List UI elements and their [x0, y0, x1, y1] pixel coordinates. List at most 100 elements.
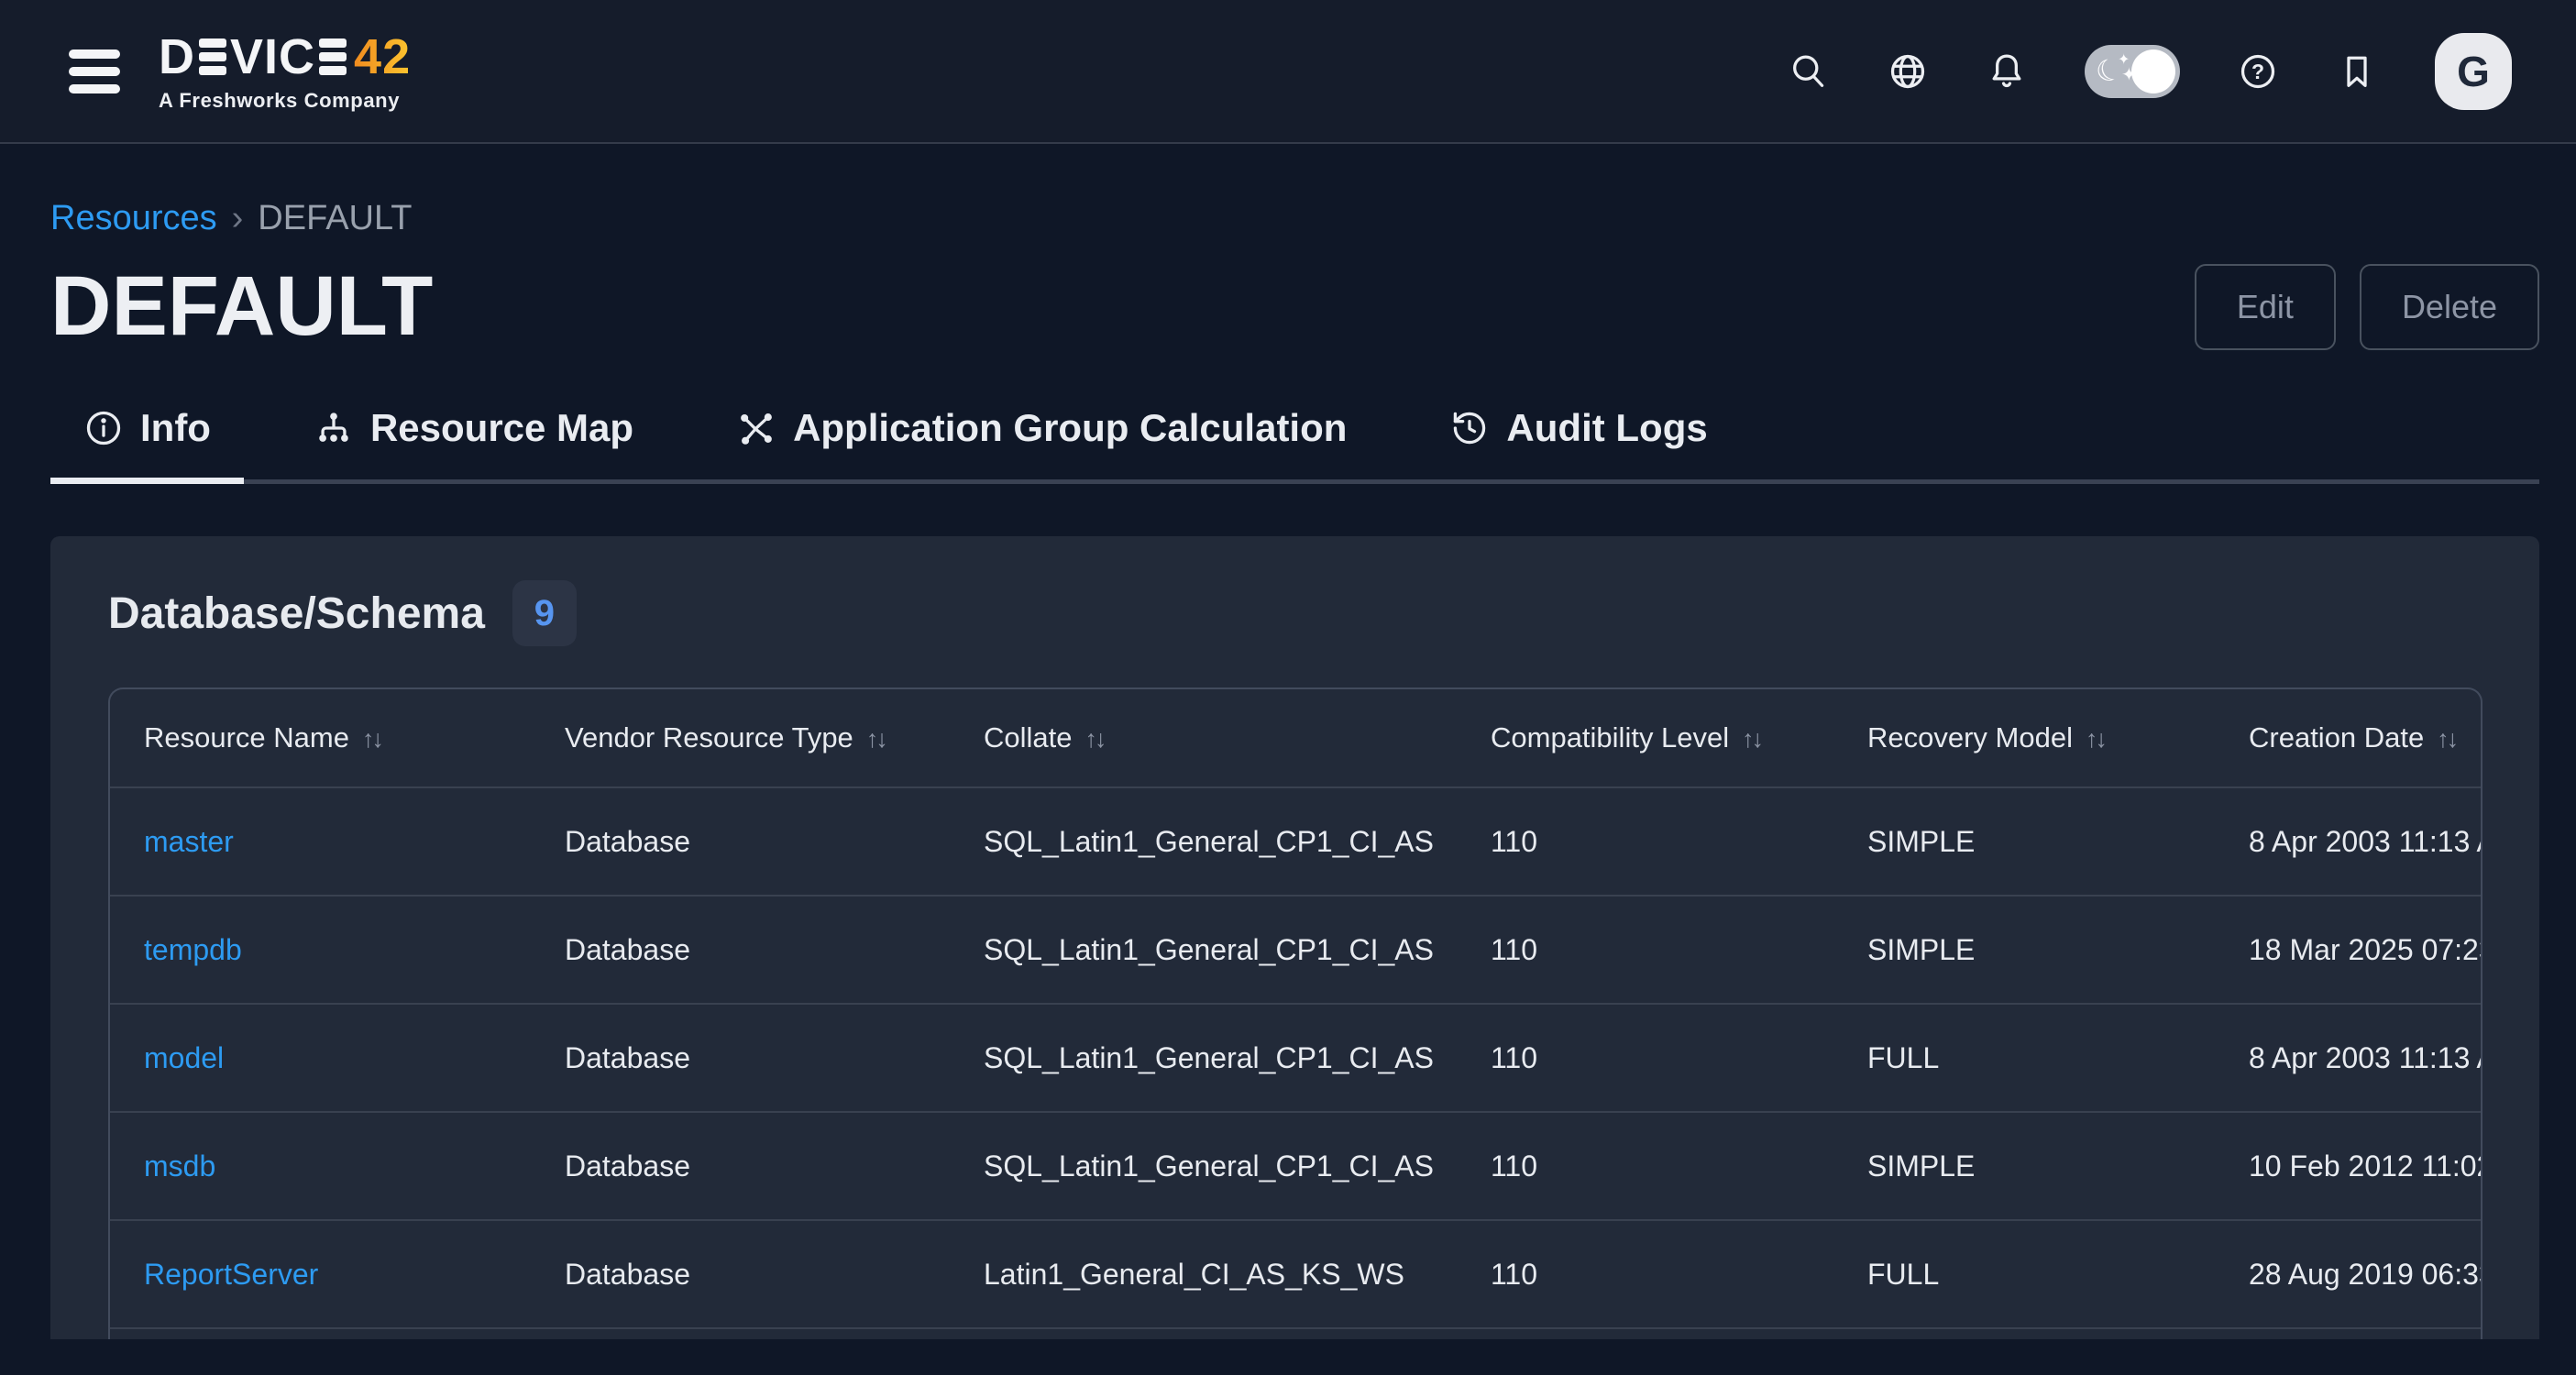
device42-logo[interactable]: D VIC 42 A Freshworks Company — [159, 32, 411, 111]
cell-creation-date: 8 Apr 2003 11:13 AM — [2215, 787, 2482, 896]
page-actions: Edit Delete — [2195, 264, 2539, 350]
panel-title: Database/Schema — [108, 588, 485, 639]
table-row: msdb DatabaseSQL_Latin1_General_CP1_CI_AS… — [110, 1112, 2482, 1220]
globe-icon[interactable] — [1887, 50, 1929, 93]
cell-resource-name: tempdb — [110, 896, 531, 1004]
breadcrumb-resources-link[interactable]: Resources — [50, 199, 217, 238]
logo-tagline: A Freshworks Company — [159, 91, 411, 111]
cell-compatibility-level: 110 — [1457, 1220, 1833, 1328]
column-header-resource-name[interactable]: Resource Name ↑↓ — [110, 689, 531, 787]
tab-application-group-calculation[interactable]: Application Group Calculation — [703, 406, 1380, 479]
breadcrumb-separator: › — [232, 199, 244, 238]
cell-resource-name: ReportServer — [110, 1220, 531, 1328]
cell-vendor-resource-type: Database — [531, 1220, 950, 1328]
svg-text:?: ? — [2251, 60, 2264, 83]
count-badge: 9 — [512, 580, 577, 646]
sitemap-icon — [314, 408, 354, 448]
bell-icon[interactable] — [1986, 50, 2028, 93]
column-label: Compatibility Level — [1491, 721, 1729, 754]
cell-vendor-resource-type: Database — [531, 1112, 950, 1220]
table-row: model DatabaseSQL_Latin1_General_CP1_CI_A… — [110, 1004, 2482, 1112]
column-label: Resource Name — [144, 721, 349, 754]
cell-creation-date: 10 Feb 2012 11:02 P — [2215, 1112, 2482, 1220]
table-row-partial — [110, 1328, 2482, 1339]
tab-label: Resource Map — [370, 406, 633, 450]
page-title: DEFAULT — [50, 258, 433, 355]
table-row: tempdbDatabaseSQL_Latin1_General_CP1_CI_… — [110, 896, 2482, 1004]
cell-creation-date: 28 Aug 2019 06:33 — [2215, 1220, 2482, 1328]
logo-letters-vic: VIC — [230, 32, 315, 82]
network-icon — [736, 408, 776, 448]
toggle-knob — [2131, 50, 2175, 94]
cell-vendor-resource-type: Database — [531, 896, 950, 1004]
sort-icon: ↑↓ — [2086, 725, 2105, 753]
topbar-actions: ☾ ✦ ✦ ? G — [1788, 33, 2512, 110]
cell-recovery-model: FULL — [1833, 1220, 2215, 1328]
top-navigation-bar: D VIC 42 A Freshworks Company ☾ ✦ ✦ ? G — [0, 0, 2576, 144]
table-header-row: Resource Name↑↓Vendor Resource Type↑↓Col… — [110, 689, 2482, 787]
table-scroll-area[interactable]: Resource Name↑↓Vendor Resource Type↑↓Col… — [108, 688, 2482, 1339]
column-header-collate[interactable]: Collate↑↓ — [950, 689, 1457, 787]
bookmark-icon[interactable] — [2336, 50, 2378, 93]
tab-label: Info — [140, 406, 211, 450]
cell-compatibility-level: 110 — [1457, 787, 1833, 896]
cell-recovery-model: SIMPLE — [1833, 787, 2215, 896]
page-content: Resources › DEFAULT DEFAULT Edit Delete … — [0, 199, 2576, 1339]
resource-name-link[interactable]: model — [144, 1041, 224, 1074]
cell-creation-date: 8 Apr 2003 11:13 AM — [2215, 1004, 2482, 1112]
tab-label: Application Group Calculation — [793, 406, 1347, 450]
cell-compatibility-level: 110 — [1457, 1004, 1833, 1112]
tab-label: Audit Logs — [1506, 406, 1707, 450]
cell-compatibility-level: 110 — [1457, 896, 1833, 1004]
hamburger-menu-icon[interactable] — [69, 50, 120, 94]
column-label: Recovery Model — [1867, 721, 2073, 754]
cell-vendor-resource-type: Database — [531, 1004, 950, 1112]
cell-collate: SQL_Latin1_General_CP1_CI_AS — [950, 1112, 1457, 1220]
table-row: ReportServer DatabaseLatin1_General_CI_AS… — [110, 1220, 2482, 1328]
resource-name-link[interactable]: tempdb — [144, 933, 242, 966]
panel-header: Database/Schema 9 — [108, 580, 2482, 646]
tab-audit-logs[interactable]: Audit Logs — [1416, 406, 1740, 479]
title-row: DEFAULT Edit Delete — [50, 258, 2539, 355]
tab-bar: Info Resource Map Application Group Calc… — [50, 406, 2539, 484]
delete-button[interactable]: Delete — [2360, 264, 2539, 350]
logo-42: 42 — [354, 32, 411, 82]
sort-icon: ↑↓ — [1085, 725, 1105, 753]
column-label: Vendor Resource Type — [565, 721, 853, 754]
cell-collate: Latin1_General_CI_AS_KS_WS — [950, 1220, 1457, 1328]
sort-icon: ↑↓ — [866, 725, 886, 753]
tab-info[interactable]: Info — [50, 406, 244, 479]
cell-resource-name: master — [110, 787, 531, 896]
avatar[interactable]: G — [2435, 33, 2512, 110]
breadcrumb-current: DEFAULT — [258, 199, 412, 238]
sort-icon: ↑↓ — [362, 725, 381, 753]
column-header-creation-date[interactable]: Creation Date ↑↓ — [2215, 689, 2482, 787]
sort-icon: ↑↓ — [2437, 725, 2456, 753]
resource-name-link[interactable]: master — [144, 825, 234, 858]
avatar-letter: G — [2457, 47, 2490, 96]
tab-resource-map[interactable]: Resource Map — [281, 406, 666, 479]
resource-table: Resource Name↑↓Vendor Resource Type↑↓Col… — [110, 689, 2482, 1339]
cell-recovery-model: FULL — [1833, 1004, 2215, 1112]
logo-e-glyph — [319, 38, 347, 75]
theme-toggle[interactable]: ☾ ✦ ✦ — [2085, 45, 2180, 98]
cell-resource-name: model — [110, 1004, 531, 1112]
resource-name-link[interactable]: msdb — [144, 1150, 215, 1182]
help-icon[interactable]: ? — [2237, 50, 2279, 93]
resource-name-link[interactable]: ReportServer — [144, 1258, 318, 1291]
column-header-compatibility-level[interactable]: Compatibility Level ↑↓ — [1457, 689, 1833, 787]
info-icon — [83, 408, 124, 448]
breadcrumb: Resources › DEFAULT — [50, 199, 2539, 238]
column-label: Creation Date — [2249, 721, 2424, 754]
cell-collate: SQL_Latin1_General_CP1_CI_AS — [950, 1004, 1457, 1112]
cell-creation-date: 18 Mar 2025 07:23 — [2215, 896, 2482, 1004]
cell-vendor-resource-type: Database — [531, 787, 950, 896]
logo-letter-d: D — [159, 32, 195, 82]
search-icon[interactable] — [1788, 50, 1830, 93]
history-icon — [1449, 408, 1490, 448]
column-header-recovery-model[interactable]: Recovery Model ↑↓ — [1833, 689, 2215, 787]
edit-button[interactable]: Edit — [2195, 264, 2336, 350]
sort-icon: ↑↓ — [1742, 725, 1761, 753]
column-header-vendor-resource-type[interactable]: Vendor Resource Type ↑↓ — [531, 689, 950, 787]
cell-resource-name: msdb — [110, 1112, 531, 1220]
